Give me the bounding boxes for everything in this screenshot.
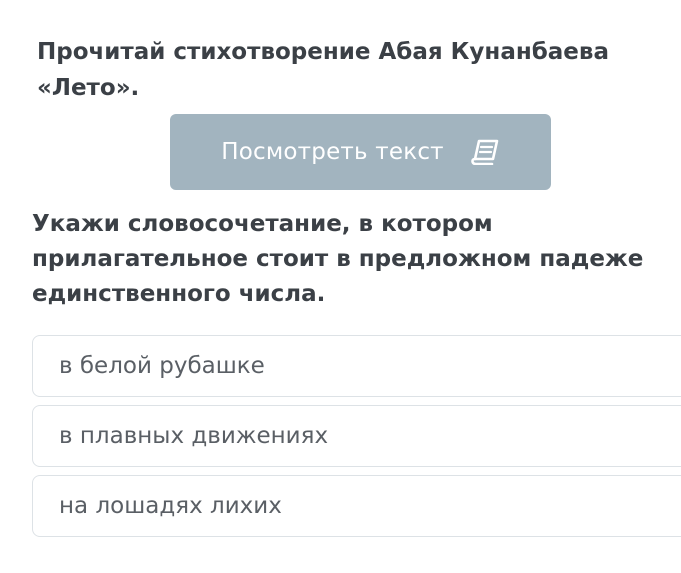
instruction-line-1: Прочитай стихотворение Абая Кунанбаева — [37, 39, 609, 65]
question-line-3: единственного числа. — [32, 281, 326, 307]
answer-option[interactable]: на лошадях лихих — [32, 475, 681, 537]
view-text-button[interactable]: Посмотреть текст — [170, 114, 551, 190]
view-text-button-label: Посмотреть текст — [221, 139, 444, 165]
instruction-line-2: «Лето». — [37, 75, 140, 101]
answer-option-label: в белой рубашке — [59, 353, 265, 379]
question-text: Укажи словосочетание, в котором прилагат… — [32, 207, 672, 312]
question-line-1: Укажи словосочетание, в котором — [32, 211, 493, 237]
answer-option[interactable]: в белой рубашке — [32, 335, 681, 397]
answer-option-label: в плавных движениях — [59, 423, 329, 449]
task-instruction: Прочитай стихотворение Абая Кунанбаева «… — [37, 34, 657, 106]
task-page: Прочитай стихотворение Абая Кунанбаева «… — [0, 0, 681, 573]
question-line-2: прилагательное стоит в предложном падеже — [32, 246, 644, 272]
book-icon — [470, 139, 500, 166]
answer-option[interactable]: в плавных движениях — [32, 405, 681, 467]
answer-options: в белой рубашке в плавных движениях на л… — [32, 335, 681, 545]
answer-option-label: на лошадях лихих — [59, 493, 282, 519]
